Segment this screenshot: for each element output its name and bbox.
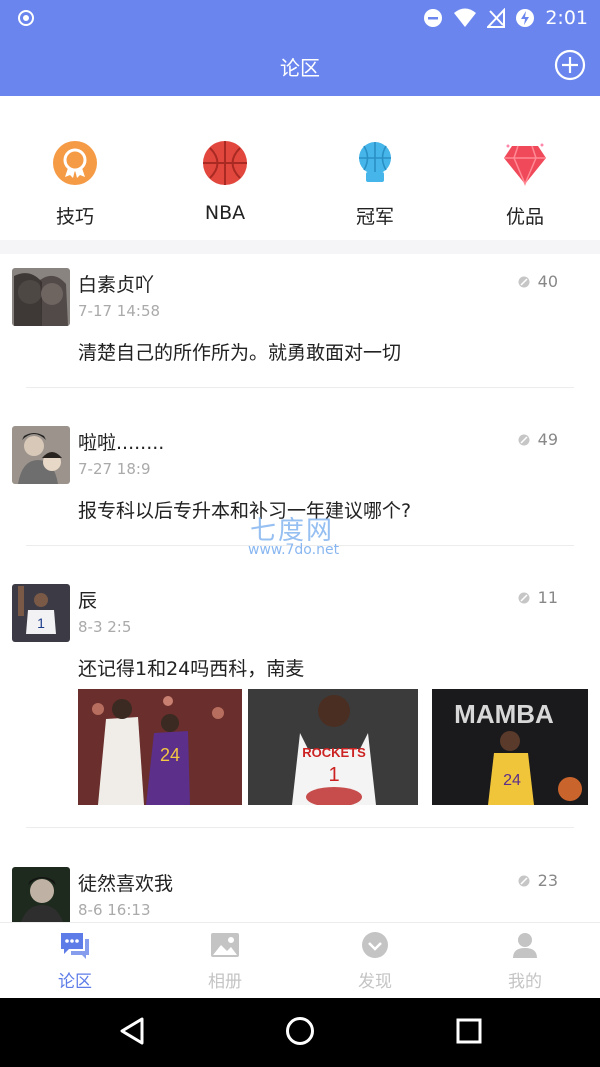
post-content: 还记得1和24吗西科，南麦 <box>78 658 305 680</box>
category-grid: 技巧 NBA 冠军 优品 <box>0 128 600 238</box>
post-time: 7-27 18:9 <box>78 460 151 478</box>
bottom-tab-bar: 论区 相册 发现 我的 <box>0 922 600 999</box>
svg-text:24: 24 <box>503 772 521 789</box>
comment-count-icon <box>518 434 530 445</box>
post-divider <box>26 387 574 388</box>
category-label: 技巧 <box>55 206 94 228</box>
system-nav-bar <box>0 998 600 1067</box>
tab-label: 发现 <box>358 972 392 992</box>
post-count: 40 <box>518 272 558 291</box>
post-time: 8-6 16:13 <box>78 901 151 919</box>
signal-icon <box>487 8 506 28</box>
location-icon <box>18 10 34 26</box>
post-time: 7-17 14:58 <box>78 302 161 320</box>
post-count: 11 <box>518 588 558 607</box>
basketball-icon <box>203 141 247 185</box>
section-divider <box>0 240 600 254</box>
post-count: 23 <box>518 871 558 890</box>
comment-count-icon <box>518 592 530 603</box>
status-bar: 2:01 <box>0 0 600 36</box>
app-bar: 论区 <box>0 36 600 96</box>
wifi-icon <box>454 8 477 27</box>
svg-text:ROCKETS: ROCKETS <box>302 745 366 760</box>
tab-label: 我的 <box>508 972 542 992</box>
image-icon <box>211 933 239 957</box>
comment-count-icon <box>518 276 530 287</box>
svg-text:1: 1 <box>37 615 45 631</box>
post-item[interactable]: 徒然喜欢我 8-6 16:13 23 <box>0 853 600 922</box>
home-icon[interactable] <box>285 1016 315 1046</box>
add-post-icon[interactable] <box>554 49 586 81</box>
post-username[interactable]: 白素贞吖 <box>78 270 154 297</box>
user-icon <box>513 933 537 958</box>
category-nba[interactable]: NBA <box>165 140 285 224</box>
avatar[interactable] <box>12 426 70 484</box>
tab-discover[interactable]: 发现 <box>300 931 450 992</box>
page-title: 论区 <box>280 56 320 80</box>
status-time: 2:01 <box>545 7 588 29</box>
watermark-url: www.7do.net <box>248 542 340 558</box>
svg-text:24: 24 <box>160 745 180 765</box>
post-item[interactable]: 白素贞吖 7-17 14:58 40 清楚自己的所作所为。就勇敢面对一切 <box>0 254 600 388</box>
medal-icon <box>53 141 97 185</box>
post-username[interactable]: 辰 <box>78 586 97 613</box>
post-content: 报专科以后专升本和补习一年建议哪个? <box>78 500 412 522</box>
comment-count-icon <box>518 875 530 886</box>
diamond-icon <box>504 143 546 186</box>
post-content: 清楚自己的所作所为。就勇敢面对一切 <box>78 342 402 364</box>
category-label: NBA <box>204 202 246 224</box>
recents-icon[interactable] <box>455 1016 483 1046</box>
tab-forum[interactable]: 论区 <box>0 931 150 992</box>
avatar[interactable] <box>12 268 70 326</box>
back-icon[interactable] <box>118 1016 146 1046</box>
post-time: 8-3 2:5 <box>78 618 132 636</box>
post-image[interactable]: ROCKETS 1 <box>248 689 418 805</box>
compass-icon <box>362 932 388 958</box>
post-image[interactable]: MAMBA 24 <box>432 689 588 805</box>
category-skills[interactable]: 技巧 <box>15 140 135 229</box>
chat-bubbles-icon <box>61 933 89 959</box>
tab-label: 相册 <box>208 972 242 992</box>
post-count: 49 <box>518 430 558 449</box>
category-label: 优品 <box>505 206 544 228</box>
tab-label: 论区 <box>58 972 92 992</box>
post-divider <box>26 827 574 828</box>
tab-album[interactable]: 相册 <box>150 931 300 992</box>
svg-text:MAMBA: MAMBA <box>454 699 554 729</box>
post-username[interactable]: 徒然喜欢我 <box>78 869 173 896</box>
dnd-icon <box>424 9 443 27</box>
post-item[interactable]: 1 辰 8-3 2:5 11 还记得1和24吗西科，南麦 24 ROCKETS … <box>0 570 600 830</box>
post-username[interactable]: 啦啦........ <box>78 428 164 455</box>
category-label: 冠军 <box>355 206 394 228</box>
svg-text:1: 1 <box>328 764 339 786</box>
tab-me[interactable]: 我的 <box>450 931 600 992</box>
avatar[interactable]: 1 <box>12 584 70 642</box>
post-image[interactable]: 24 <box>78 689 242 805</box>
category-champion[interactable]: 冠军 <box>315 140 435 229</box>
avatar[interactable] <box>12 867 70 922</box>
battery-charging-icon <box>516 9 535 27</box>
trophy-icon <box>359 142 391 182</box>
category-goods[interactable]: 优品 <box>465 140 585 229</box>
